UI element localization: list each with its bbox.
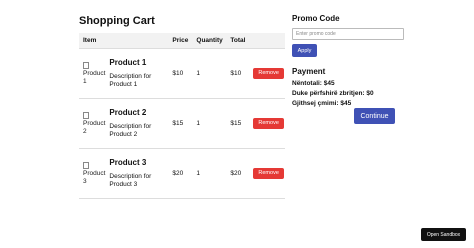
product-total: $20 [226,148,250,199]
table-row: Product 1 Product 1 Description for Prod… [79,48,285,99]
product-price: $10 [168,48,193,99]
product-image: Product 1 [83,62,105,86]
remove-button[interactable]: Remove [253,168,284,179]
product-quantity: 1 [192,148,227,199]
page-title: Shopping Cart [79,15,155,27]
product-description: Description for Product 3 [109,173,152,188]
product-description: Description for Product 2 [109,123,152,138]
remove-button[interactable]: Remove [253,68,284,79]
product-price: $15 [168,98,193,149]
product-image: Product 3 [83,162,105,186]
promo-code-title: Promo Code [292,14,340,23]
column-header-price: Price [168,33,193,49]
product-description: Description for Product 1 [109,73,152,88]
shopping-cart-section: Shopping Cart Item Price Quantity Total … [79,13,285,199]
subtotal-text: Nëntotali: $45 [292,80,335,87]
cart-table: Item Price Quantity Total Product 1 Prod… [79,33,285,199]
open-sandbox-button[interactable]: Open Sandbox [421,228,466,241]
column-header-item: Item [79,33,169,49]
product-total: $15 [226,98,250,149]
product-price: $20 [168,148,193,199]
cart-table-header-row: Item Price Quantity Total [79,33,285,49]
product-name: Product 1 [109,58,147,67]
product-name: Product 3 [109,158,147,167]
column-header-actions [249,33,285,49]
payment-title: Payment [292,67,326,76]
product-image: Product 2 [83,112,105,136]
column-header-total: Total [226,33,250,49]
product-name: Product 2 [109,108,147,117]
table-row: Product 2 Product 2 Description for Prod… [79,98,285,149]
promo-code-input[interactable] [292,28,404,40]
product-total: $10 [226,48,250,99]
continue-button[interactable]: Continue [354,108,395,124]
column-header-quantity: Quantity [192,33,227,49]
remove-button[interactable]: Remove [253,118,284,129]
discount-text: Duke përfshirë zbritjen: $0 [292,90,374,97]
apply-button[interactable]: Apply [292,44,317,57]
product-quantity: 1 [192,48,227,99]
product-quantity: 1 [192,98,227,149]
table-row: Product 3 Product 3 Description for Prod… [79,148,285,199]
checkout-panel: Promo Code Apply Payment Nëntotali: $45 … [292,13,404,124]
